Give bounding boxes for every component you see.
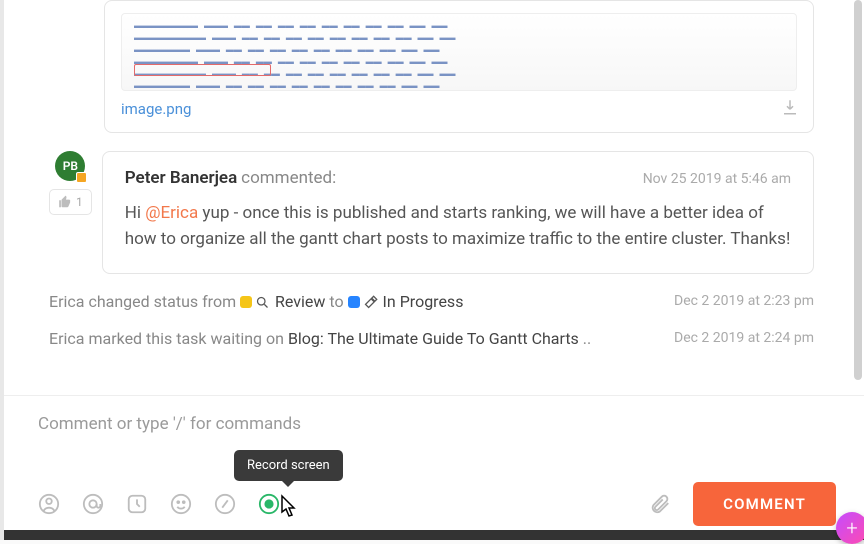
action-icon[interactable] — [126, 493, 148, 515]
comment-button[interactable]: COMMENT — [693, 482, 836, 526]
comment-input[interactable] — [38, 410, 836, 434]
attachment-filename[interactable]: image.png — [121, 100, 191, 118]
activity-actor[interactable]: Erica — [49, 329, 84, 348]
download-icon[interactable] — [781, 98, 799, 120]
activity-timestamp: Dec 2 2019 at 2:24 pm — [674, 330, 814, 346]
status-from: Review — [271, 292, 325, 311]
record-screen-icon[interactable] — [258, 493, 280, 515]
comment-composer: Record screen COMMENT — [4, 395, 864, 540]
activity-waiting-on: Erica marked this task waiting on Blog: … — [49, 329, 814, 348]
comment-text: Hi — [125, 203, 145, 223]
like-count: 1 — [76, 195, 83, 209]
activity-text: marked this task waiting on — [84, 329, 287, 348]
quick-add-button[interactable]: + — [836, 512, 864, 544]
comment-verb: commented: — [241, 168, 336, 188]
comment-timestamp: Nov 25 2019 at 5:46 am — [643, 171, 791, 187]
taskbar-strip — [4, 530, 864, 540]
activity-timestamp: Dec 2 2019 at 2:23 pm — [674, 293, 814, 309]
attachment-thumbnail: ▬▬▬▬▬▬▬▬ ▬▬▬ ▬▬ ▬▬ ▬▬ ▬▬ ▬▬ ▬▬ ▬▬ ▬▬ ▬▬ … — [121, 13, 797, 91]
activity-status-change: Erica changed status from Review to In P… — [49, 292, 814, 311]
avatar[interactable]: PB — [55, 151, 85, 181]
slash-icon[interactable] — [214, 493, 236, 515]
attachment-card[interactable]: ▬▬▬▬▬▬▬▬ ▬▬▬ ▬▬ ▬▬ ▬▬ ▬▬ ▬▬ ▬▬ ▬▬ ▬▬ ▬▬ … — [104, 0, 814, 133]
like-button[interactable]: 1 — [49, 189, 92, 215]
comment-row: PB 1 Peter Banerjea commented: Nov 25 20… — [49, 151, 814, 274]
activity-text: changed status from — [84, 292, 240, 311]
status-pill-blue — [348, 296, 360, 308]
attachment-icon[interactable] — [649, 493, 671, 515]
activity-text: .. — [579, 329, 591, 348]
comment-author[interactable]: Peter Banerjea — [125, 168, 237, 188]
comment-body: Hi @Erica yup - once this is published a… — [125, 200, 791, 253]
activity-actor[interactable]: Erica — [49, 292, 84, 311]
status-pill-yellow — [240, 296, 252, 308]
comment-card: Peter Banerjea commented: Nov 25 2019 at… — [102, 151, 814, 274]
assign-icon[interactable] — [38, 493, 60, 515]
activity-text: to — [325, 292, 347, 311]
mention-icon[interactable] — [82, 493, 104, 515]
linked-task[interactable]: Blog: The Ultimate Guide To Gantt Charts — [288, 329, 579, 348]
scrollbar[interactable] — [854, 0, 862, 380]
comment-text: yup - once this is published and starts … — [125, 203, 791, 249]
status-to: In Progress — [379, 292, 464, 311]
tooltip: Record screen — [234, 450, 343, 481]
hammer-icon — [363, 295, 378, 310]
mention[interactable]: @Erica — [145, 203, 198, 223]
thumb-up-icon — [58, 195, 72, 209]
magnifier-icon — [255, 295, 270, 310]
emoji-icon[interactable] — [170, 493, 192, 515]
